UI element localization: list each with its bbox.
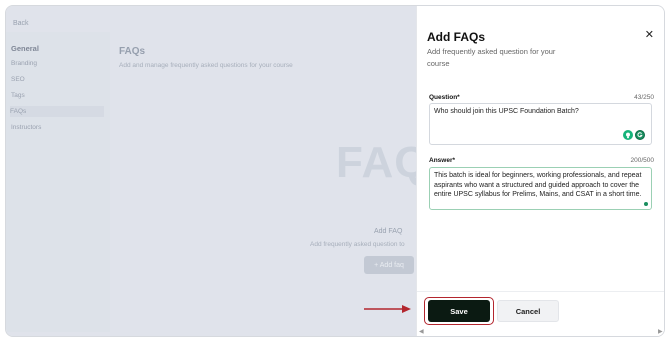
- question-input[interactable]: Who should join this UPSC Foundation Bat…: [429, 103, 652, 145]
- question-label: Question*: [429, 94, 460, 101]
- drawer-subtitle: Add frequently asked question for your c…: [427, 47, 556, 68]
- save-button[interactable]: Save: [428, 300, 490, 322]
- modal-overlay[interactable]: [6, 6, 416, 336]
- pointer-arrow-icon: [364, 305, 411, 313]
- answer-char-count: 200/500: [630, 157, 655, 164]
- question-char-count: 43/250: [634, 94, 654, 101]
- close-icon[interactable]: ✕: [645, 30, 654, 41]
- grammarly-icon[interactable]: [635, 130, 645, 140]
- lightbulb-icon[interactable]: [623, 130, 633, 140]
- cancel-button[interactable]: Cancel: [497, 300, 559, 322]
- drawer-footer: Save Cancel: [417, 291, 664, 336]
- question-text: Who should join this UPSC Foundation Bat…: [434, 108, 579, 115]
- scroll-right-icon[interactable]: ▶: [658, 328, 663, 335]
- answer-input[interactable]: This batch is ideal for beginners, worki…: [429, 167, 652, 210]
- question-assist-icons: [623, 130, 645, 140]
- add-faq-drawer: Add FAQs ✕ Add frequently asked question…: [416, 6, 664, 336]
- answer-label: Answer*: [429, 157, 456, 164]
- app-window: Back General Branding SEO Tags FAQs Inst…: [5, 5, 665, 337]
- answer-text: This batch is ideal for beginners, worki…: [434, 172, 642, 198]
- drawer-title: Add FAQs: [427, 30, 486, 44]
- grammar-dot-icon: [644, 202, 648, 206]
- scroll-left-icon[interactable]: ◀: [419, 328, 424, 335]
